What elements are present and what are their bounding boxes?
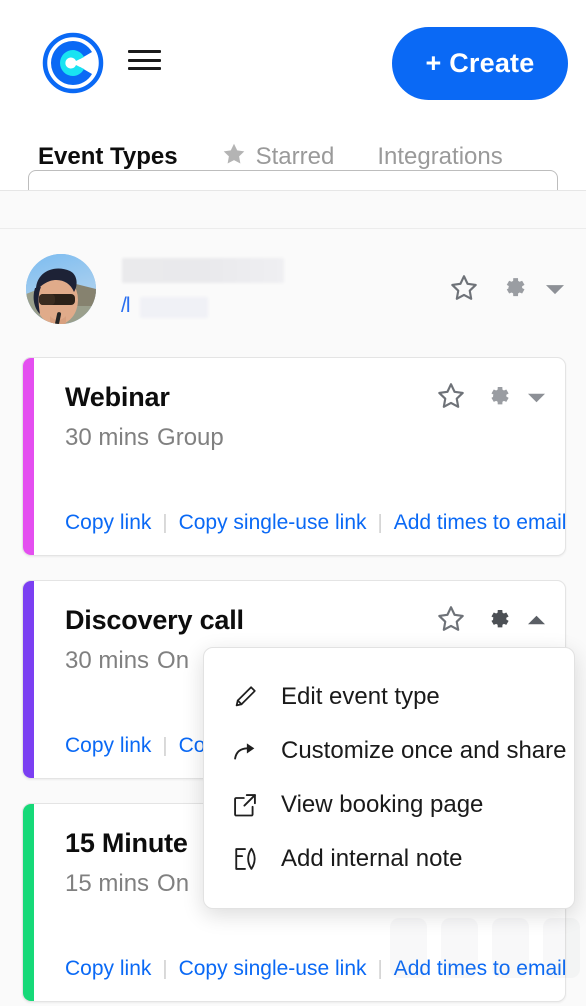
card-type: On [157, 870, 190, 897]
link-separator: | [377, 511, 383, 534]
card-gear-icon[interactable] [483, 605, 512, 639]
star-icon [221, 141, 247, 172]
avatar[interactable] [26, 254, 96, 324]
pencil-icon [230, 682, 260, 712]
create-button[interactable]: + Create [392, 27, 568, 100]
hamburger-line [128, 58, 161, 62]
profile-url-prefix: /l [121, 294, 130, 317]
event-options-dropdown-menu: Edit event type Customize once and share… [203, 647, 575, 909]
hamburger-line [128, 67, 161, 70]
card-chevron-down-icon[interactable] [528, 390, 545, 408]
app-header: + Create [0, 0, 586, 127]
menu-item-add-internal-note[interactable]: Add internal note [204, 832, 574, 886]
card-actions [435, 380, 545, 417]
calendly-logo-icon [42, 32, 104, 94]
share-arrow-icon [230, 736, 260, 766]
hamburger-line [128, 50, 161, 53]
add-times-to-email-button[interactable]: Add times to email [394, 511, 565, 535]
copy-single-use-link-button[interactable]: Co [179, 734, 206, 758]
note-pen-icon [230, 844, 260, 874]
card-duration: 30 mins [65, 647, 150, 674]
copy-link-button[interactable]: Copy link [65, 957, 151, 981]
card-links: Copy link | Co [65, 734, 205, 758]
profile-gear-icon[interactable] [498, 273, 528, 308]
profile-star-icon[interactable] [448, 272, 480, 309]
copy-link-button[interactable]: Copy link [65, 734, 151, 758]
profile-display-name-redacted [122, 258, 284, 283]
profile-username-redacted [140, 297, 208, 318]
external-link-icon [230, 790, 260, 820]
card-type: On [157, 647, 190, 674]
card-star-icon[interactable] [435, 380, 467, 417]
menu-item-label: Edit event type [281, 683, 440, 710]
avatar-photo [26, 254, 96, 324]
card-actions [435, 603, 545, 640]
card-type: Group [157, 424, 224, 451]
card-meta: 30 mins Group [65, 424, 543, 452]
tab-starred-label: Starred [255, 142, 335, 170]
link-separator: | [162, 957, 168, 980]
card-links: Copy link | Copy single-use link | Add t… [65, 511, 565, 535]
hamburger-menu-button[interactable] [128, 47, 161, 73]
menu-item-view-booking-page[interactable]: View booking page [204, 778, 574, 832]
menu-item-label: View booking page [281, 791, 484, 818]
tab-event-types-label: Event Types [38, 142, 178, 170]
card-duration: 15 mins [65, 870, 150, 897]
calendly-event-types-page: + Create Event Types Starred Integration… [0, 0, 586, 1006]
card-duration: 30 mins [65, 424, 150, 451]
tab-integrations-label: Integrations [377, 142, 503, 170]
copy-single-use-link-button[interactable]: Copy single-use link [179, 957, 367, 981]
background-watermark [390, 918, 580, 978]
menu-item-edit-event-type[interactable]: Edit event type [204, 670, 574, 724]
menu-item-customize-once-and-share[interactable]: Customize once and share [204, 724, 574, 778]
copy-single-use-link-button[interactable]: Copy single-use link [179, 511, 367, 535]
calendly-logo[interactable] [40, 30, 106, 96]
profile-actions [448, 272, 564, 309]
menu-item-label: Customize once and share [281, 737, 567, 764]
card-star-icon[interactable] [435, 603, 467, 640]
copy-link-button[interactable]: Copy link [65, 511, 151, 535]
link-separator: | [162, 511, 168, 534]
profile-chevron-down-icon[interactable] [546, 282, 564, 300]
link-separator: | [377, 957, 383, 980]
link-separator: | [162, 734, 168, 757]
event-type-card-webinar[interactable]: Webinar 30 mins Group Copy link | Copy s… [22, 357, 566, 556]
card-gear-icon[interactable] [483, 382, 512, 416]
menu-item-label: Add internal note [281, 845, 463, 872]
card-chevron-up-icon[interactable] [528, 613, 545, 631]
